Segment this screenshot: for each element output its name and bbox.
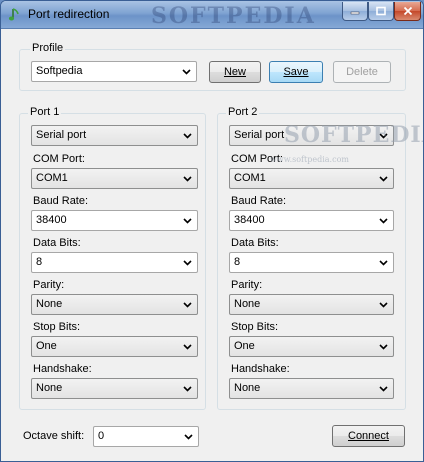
close-icon (403, 6, 412, 16)
profile-select-value: Softpedia (36, 65, 83, 77)
new-button[interactable]: New (209, 61, 261, 83)
chevron-down-icon (182, 383, 193, 394)
connect-button-label: Connect (348, 430, 389, 442)
profile-group-label: Profile (30, 42, 66, 54)
port1-parity-select[interactable]: None (31, 294, 198, 315)
chevron-down-icon (378, 173, 389, 184)
chevron-down-icon (378, 341, 389, 352)
chevron-down-icon (378, 130, 389, 141)
port1-group-label: Port 1 (28, 106, 62, 118)
title-watermark: SOFTPEDIA (151, 3, 316, 29)
port1-baud-rate-label: Baud Rate: (33, 195, 89, 207)
client-area: Profile Softpedia New Save Delete Port 1… (5, 30, 423, 459)
port1-com-port-value: COM1 (36, 172, 68, 184)
port2-com-port-label: COM Port: (231, 153, 283, 165)
port1-handshake-value: None (36, 382, 63, 394)
port2-data-bits-value: 8 (234, 256, 241, 268)
port2-data-bits-label: Data Bits: (231, 237, 279, 249)
octave-shift-value: 0 (98, 430, 105, 442)
port2-parity-label: Parity: (231, 279, 263, 291)
port1-baud-rate-value: 38400 (36, 214, 67, 226)
music-note-icon (8, 8, 19, 21)
window-title: Port redirection (28, 7, 110, 21)
close-button[interactable] (394, 2, 421, 21)
port2-stop-bits-select[interactable]: One (229, 336, 394, 357)
chevron-down-icon (182, 341, 193, 352)
save-button-label: Save (283, 66, 309, 78)
new-button-label: New (223, 66, 246, 78)
port2-handshake-select[interactable]: None (229, 378, 394, 399)
chevron-down-icon (181, 66, 192, 77)
port1-stop-bits-value: One (36, 340, 57, 352)
profile-group: Profile Softpedia New Save Delete (19, 42, 406, 91)
title-bar[interactable]: Port redirection SOFTPEDIA (1, 1, 423, 29)
octave-shift-select[interactable]: 0 (93, 426, 199, 447)
port1-stop-bits-select[interactable]: One (31, 336, 198, 357)
port-redirection-window: Port redirection SOFTPEDIA Profile Softp… (0, 0, 424, 462)
port1-group: Port 1 Serial port COM Port: COM1 Baud R… (19, 106, 206, 410)
chevron-down-icon (183, 431, 194, 442)
delete-button[interactable]: Delete (333, 61, 391, 83)
port2-parity-select[interactable]: None (229, 294, 394, 315)
port2-baud-rate-label: Baud Rate: (231, 195, 287, 207)
port1-parity-value: None (36, 298, 63, 310)
chevron-down-icon (182, 130, 193, 141)
port2-com-port-value: COM1 (234, 172, 266, 184)
octave-shift-label: Octave shift: (23, 430, 85, 442)
port2-stop-bits-value: One (234, 340, 255, 352)
save-button[interactable]: Save (269, 61, 323, 83)
port2-data-bits-select[interactable]: 8 (229, 252, 394, 273)
port1-baud-rate-select[interactable]: 38400 (31, 210, 198, 231)
port1-data-bits-select[interactable]: 8 (31, 252, 198, 273)
port2-baud-rate-select[interactable]: 38400 (229, 210, 394, 231)
chevron-down-icon (182, 173, 193, 184)
minimize-button[interactable] (342, 2, 368, 21)
chevron-down-icon (378, 257, 389, 268)
port2-handshake-value: None (234, 382, 261, 394)
connect-button[interactable]: Connect (332, 425, 405, 447)
port1-type-value: Serial port (36, 129, 87, 141)
chevron-down-icon (182, 257, 193, 268)
port1-data-bits-label: Data Bits: (33, 237, 81, 249)
port2-group: Port 2 Serial port SOFTPEDIA COM Port: w… (217, 106, 423, 410)
port1-handshake-select[interactable]: None (31, 378, 198, 399)
port1-handshake-label: Handshake: (33, 363, 92, 375)
port2-handshake-label: Handshake: (231, 363, 290, 375)
delete-button-label: Delete (346, 66, 378, 78)
maximize-button[interactable] (368, 2, 394, 21)
port1-com-port-label: COM Port: (33, 153, 85, 165)
port2-com-port-select[interactable]: COM1 (229, 168, 394, 189)
chevron-down-icon (378, 215, 389, 226)
port2-type-select[interactable]: Serial port (229, 125, 394, 146)
port1-stop-bits-label: Stop Bits: (33, 321, 81, 333)
maximize-icon (376, 6, 386, 16)
port2-group-label: Port 2 (226, 106, 260, 118)
port1-parity-label: Parity: (33, 279, 65, 291)
port1-data-bits-value: 8 (36, 256, 43, 268)
minimize-icon (350, 11, 360, 15)
profile-select[interactable]: Softpedia (31, 61, 197, 82)
chevron-down-icon (378, 299, 389, 310)
chevron-down-icon (182, 215, 193, 226)
chevron-down-icon (182, 299, 193, 310)
port2-stop-bits-label: Stop Bits: (231, 321, 279, 333)
port2-baud-rate-value: 38400 (234, 214, 265, 226)
port2-parity-value: None (234, 298, 261, 310)
port1-type-select[interactable]: Serial port (31, 125, 198, 146)
port1-com-port-select[interactable]: COM1 (31, 168, 198, 189)
chevron-down-icon (378, 383, 389, 394)
port2-type-value: Serial port (234, 129, 285, 141)
